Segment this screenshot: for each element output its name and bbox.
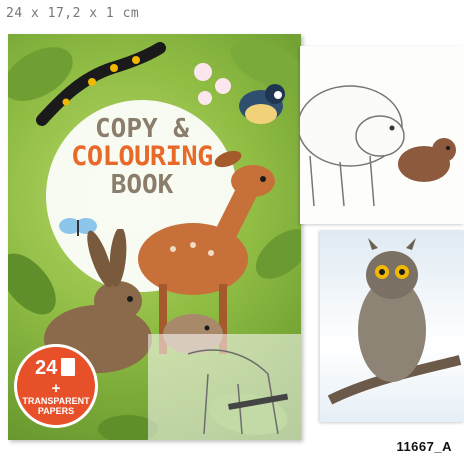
badge-plus: + [51, 380, 61, 397]
transparent-papers-badge: 24 + TRANSPARENT PAPERS [14, 344, 98, 428]
product-sku: 11667_A [396, 439, 452, 454]
tracing-sketch-icon [187, 349, 289, 435]
bird-icon [194, 63, 285, 124]
paper-icon [61, 358, 75, 376]
inner-page-owl [320, 230, 464, 422]
badge-count: 24 [35, 357, 58, 379]
bear-cub-icon [398, 138, 456, 182]
inner-page-bear [300, 46, 464, 224]
book-cover: COPY & COLOURING BOOK 24 + TRANSPARENT P… [8, 34, 301, 440]
product-dimensions: 24 x 17,2 x 1 cm [6, 6, 140, 21]
owl-icon [327, 238, 462, 405]
salamander-icon [36, 42, 166, 126]
badge-text: TRANSPARENT PAPERS [22, 396, 90, 417]
